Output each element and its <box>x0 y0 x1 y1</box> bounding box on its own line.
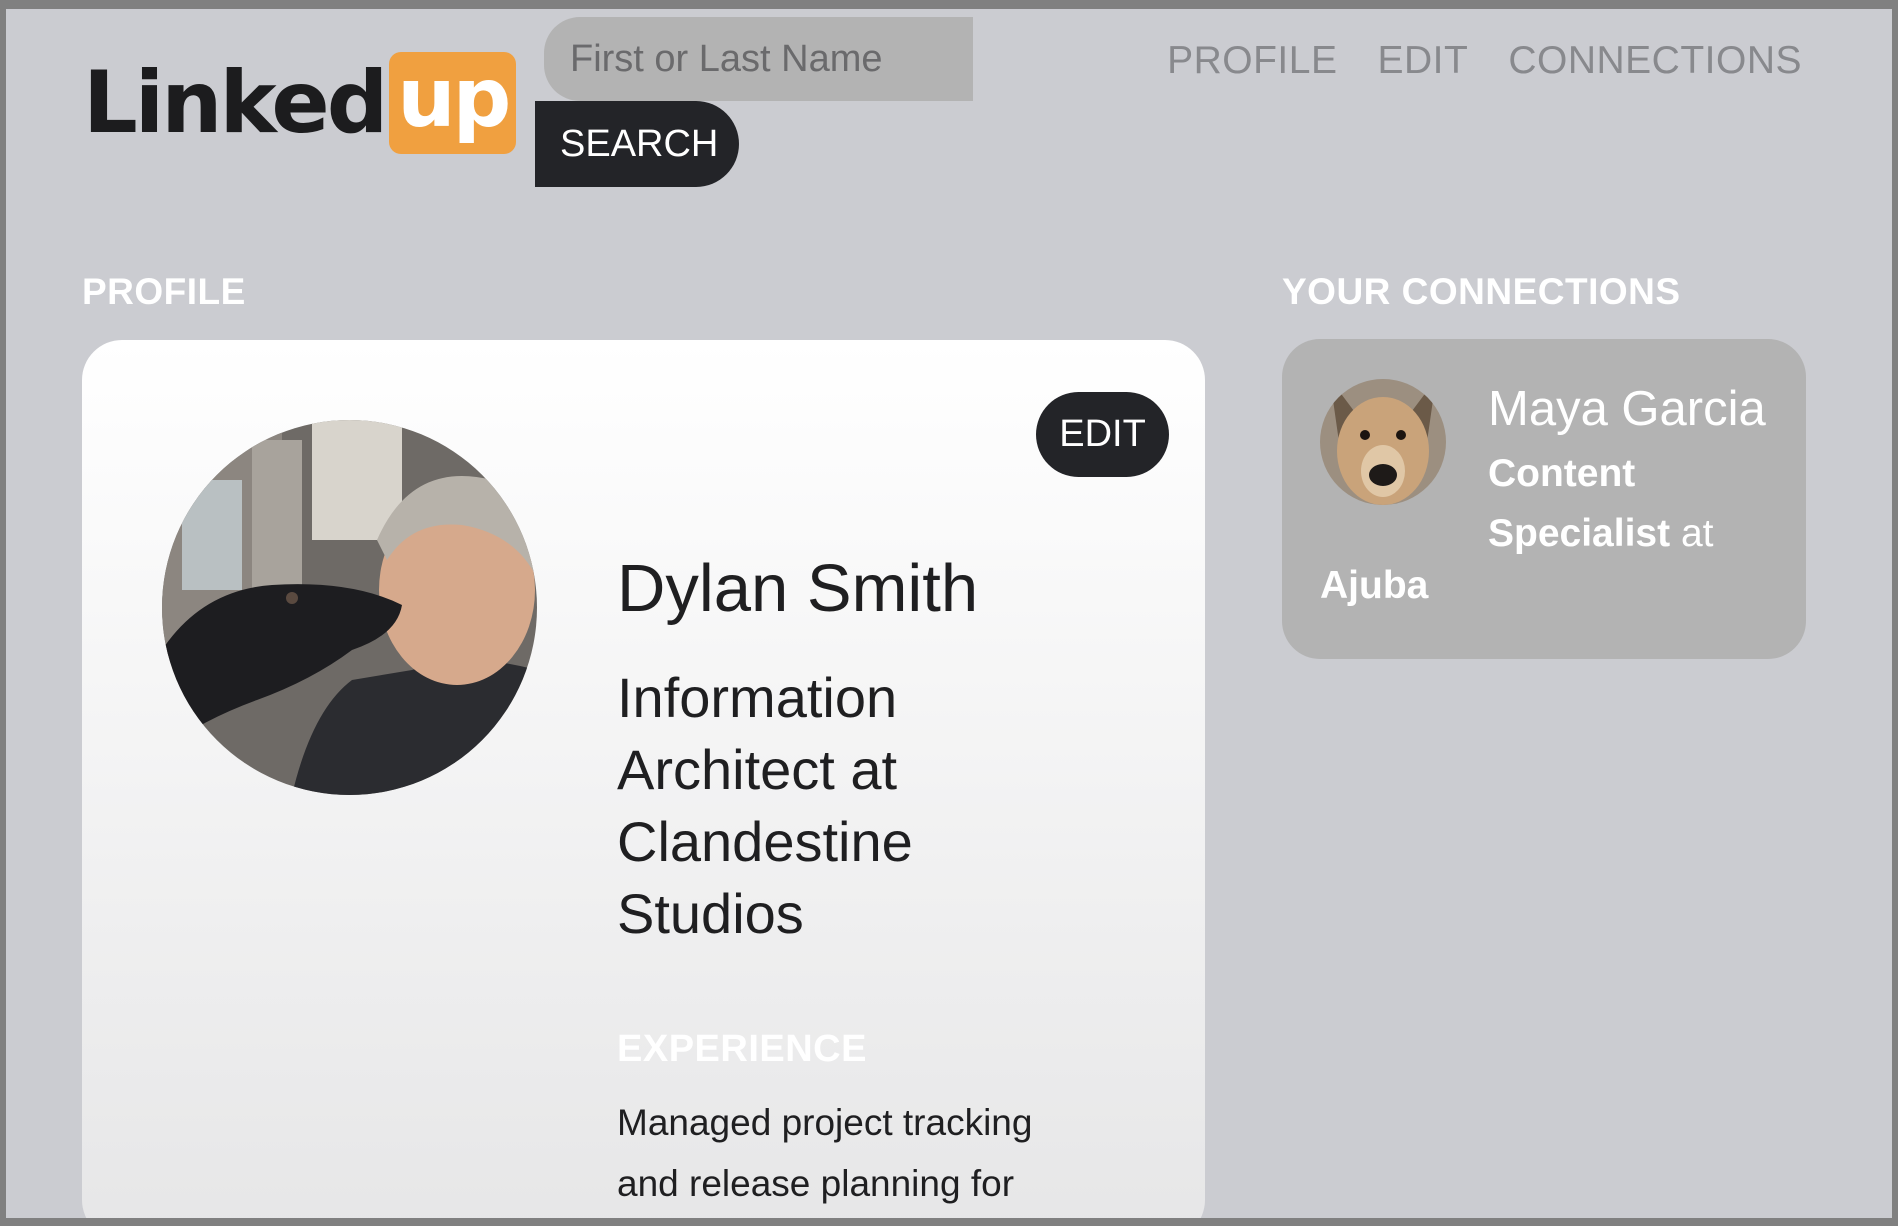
nav-edit-link[interactable]: EDIT <box>1377 39 1468 83</box>
profile-name: Dylan Smith <box>617 551 979 626</box>
connection-name: Maya Garcia <box>1488 382 1766 436</box>
logo-badge: up <box>389 52 517 154</box>
profile-title: Information Architect at Clandestine Stu… <box>617 666 913 945</box>
connections-section-title: YOUR CONNECTIONS <box>1282 271 1681 312</box>
logo-text: Linked <box>83 53 388 153</box>
top-nav: PROFILE EDIT CONNECTIONS <box>1167 39 1802 83</box>
connection-card[interactable]: Maya Garcia Content Specialist at Ajuba <box>1282 339 1806 659</box>
app-frame: Linked up SEARCH PROFILE EDIT CONNECTION… <box>6 9 1892 1218</box>
profile-avatar <box>162 420 537 795</box>
search-button[interactable]: SEARCH <box>535 101 739 187</box>
profile-card: EDIT Dylan Smith Information Architect a… <box>82 340 1205 1218</box>
nav-profile-link[interactable]: PROFILE <box>1167 39 1337 83</box>
connection-role-title: Content Specialist <box>1488 452 1671 555</box>
nav-connections-link[interactable]: CONNECTIONS <box>1508 39 1802 83</box>
edit-profile-button[interactable]: EDIT <box>1036 392 1169 477</box>
connection-avatar <box>1320 379 1446 505</box>
experience-text: Managed project tracking and release pla… <box>617 1102 1033 1204</box>
experience-heading: EXPERIENCE <box>617 1028 867 1070</box>
connection-role: Content Specialist at <box>1488 444 1748 564</box>
linkedup-logo[interactable]: Linked up <box>83 52 517 154</box>
profile-section-title: PROFILE <box>82 271 246 312</box>
connection-role-at: at <box>1680 512 1714 555</box>
connection-company: Ajuba <box>1320 564 1429 607</box>
search-input[interactable] <box>544 17 973 101</box>
